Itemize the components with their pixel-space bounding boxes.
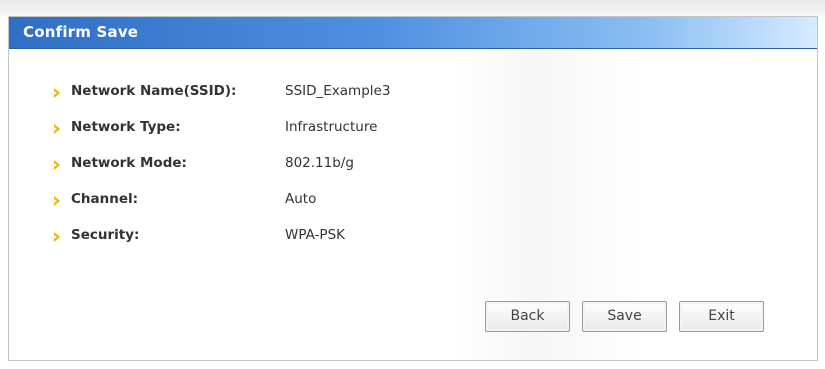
panel-title: Confirm Save: [23, 23, 139, 41]
settings-summary: Network Name(SSID): SSID_Example3 Networ…: [53, 83, 453, 263]
field-value: SSID_Example3: [285, 83, 391, 99]
row-channel: Channel: Auto: [53, 191, 453, 227]
field-label: Channel:: [71, 191, 139, 207]
row-network-name: Network Name(SSID): SSID_Example3: [53, 83, 453, 119]
field-value: Infrastructure: [285, 119, 378, 135]
arrow-bullet-icon: [54, 196, 60, 206]
arrow-bullet-icon: [54, 232, 60, 242]
field-value: WPA-PSK: [285, 227, 345, 243]
field-label: Network Mode:: [71, 155, 187, 171]
confirm-save-panel: Confirm Save Network Name(SSID): SSID_Ex…: [8, 16, 818, 361]
exit-button[interactable]: Exit: [679, 301, 764, 332]
row-network-type: Network Type: Infrastructure: [53, 119, 453, 155]
field-label: Network Type:: [71, 119, 181, 135]
field-label: Security:: [71, 227, 140, 243]
field-label: Network Name(SSID):: [71, 83, 237, 99]
field-value: Auto: [285, 191, 317, 207]
arrow-bullet-icon: [54, 124, 60, 134]
row-security: Security: WPA-PSK: [53, 227, 453, 263]
row-network-mode: Network Mode: 802.11b/g: [53, 155, 453, 191]
arrow-bullet-icon: [54, 88, 60, 98]
field-value: 802.11b/g: [285, 155, 354, 171]
arrow-bullet-icon: [54, 160, 60, 170]
back-button[interactable]: Back: [485, 301, 570, 332]
panel-title-bar: Confirm Save: [9, 17, 817, 49]
page: Confirm Save Network Name(SSID): SSID_Ex…: [0, 0, 825, 369]
top-strip: [0, 0, 825, 16]
save-button[interactable]: Save: [582, 301, 667, 332]
